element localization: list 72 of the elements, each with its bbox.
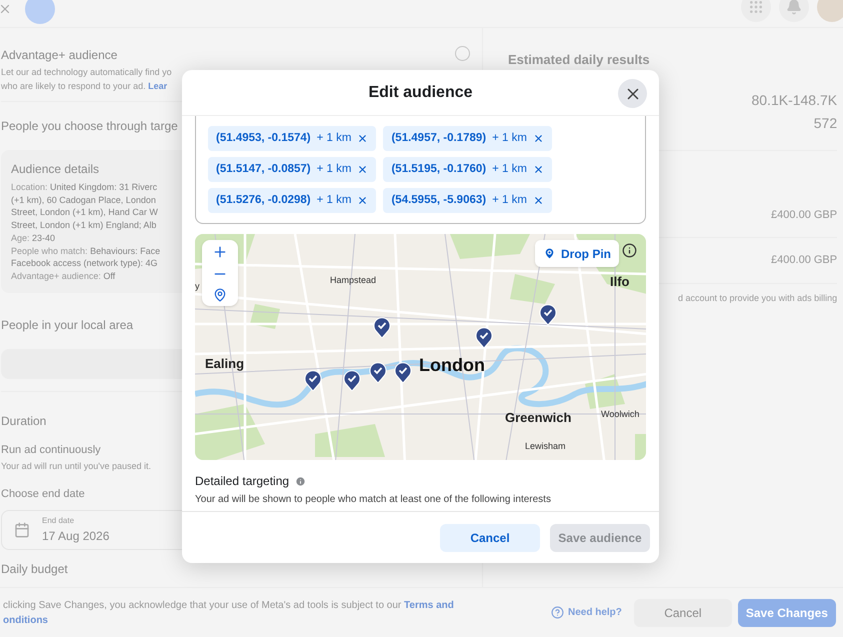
checkmark-pin-icon: [539, 303, 557, 325]
field-label: End date: [42, 515, 76, 528]
learn-more-link[interactable]: Lear: [148, 81, 168, 91]
location-chip[interactable]: (51.5147, -0.0857) + 1 km: [208, 157, 376, 182]
checkmark-pin-icon: [394, 361, 412, 383]
remove-icon[interactable]: [532, 164, 544, 175]
billing-note: d account to provide you with ads billing: [678, 292, 838, 305]
description: Your ad will be shown to people who match at least one of the following interests: [195, 493, 552, 507]
results-count: 572: [814, 114, 838, 132]
terms-link[interactable]: onditions: [3, 612, 48, 628]
detail-line: Street, London (+1 km) England; Alb: [11, 219, 156, 232]
results-range: 80.1K-148.7K: [751, 90, 838, 110]
drop-pin-button[interactable]: Drop Pin: [535, 240, 619, 267]
checkmark-pin-icon: [475, 326, 493, 348]
calendar-icon: [14, 522, 30, 538]
remove-icon[interactable]: [357, 133, 368, 144]
radio-button[interactable]: [455, 46, 470, 61]
remove-icon[interactable]: [532, 133, 544, 144]
section-title: Daily budget: [1, 561, 68, 578]
terms-notice: clicking Save Changes, you acknowledge that your use of Meta's ad tools is subject to our Terms and: [3, 598, 454, 612]
detail-line: Age: 23-40: [11, 232, 56, 245]
map-label: Ilfo: [610, 273, 630, 291]
section-title: Advantage+ audience: [1, 48, 118, 63]
map-label: Ealing: [205, 355, 244, 373]
close-button[interactable]: [618, 79, 647, 108]
checkmark-pin-icon: [369, 361, 387, 383]
option-label: Run ad continuously: [1, 442, 101, 458]
locate-icon[interactable]: [213, 288, 227, 302]
info-icon[interactable]: [622, 243, 637, 258]
remove-icon[interactable]: [357, 164, 368, 175]
description: Let our ad technology automatically find yo: [1, 66, 172, 79]
section-title: People in your local area: [1, 318, 134, 332]
terms-link[interactable]: Terms and: [404, 600, 454, 610]
pin-icon: [543, 247, 556, 260]
help-icon: [551, 606, 564, 619]
location-chip[interactable]: (51.4957, -0.1789) + 1 km: [383, 126, 552, 151]
checkmark-pin-icon: [304, 369, 322, 391]
location-chip[interactable]: (54.5955, -5.9063) + 1 km: [383, 188, 552, 213]
map-label: Lewisham: [525, 440, 566, 453]
map-label: Greenwich: [505, 409, 572, 427]
section-title: Estimated daily results: [508, 51, 650, 69]
map-label: Hampstead: [330, 274, 376, 287]
map-label: Woolwich: [601, 408, 640, 421]
amount-value: £400.00 GBP: [771, 253, 838, 268]
section-title: People you choose through targe: [1, 119, 178, 133]
checkmark-pin-icon: [373, 316, 391, 338]
option-description: Your ad will run until you've paused it.: [1, 460, 151, 474]
detail-line: Advantage+ audience: Off: [11, 270, 116, 283]
map-label: London: [419, 354, 485, 377]
detail-line: (+1 km), 60 Cadogan Place, London: [11, 194, 156, 206]
map-label: y: [195, 280, 200, 293]
detail-line: People who match: Behaviours: Face: [11, 244, 160, 258]
zoom-in-icon[interactable]: [212, 244, 228, 260]
field-label: Choose end date: [1, 486, 85, 502]
section-title: Duration: [1, 412, 46, 430]
checkmark-pin-icon: [343, 369, 361, 391]
field-value: 17 Aug 2026: [42, 528, 110, 546]
detail-line: Facebook access (network type): 4G: [11, 257, 158, 270]
section-title: Detailed targeting: [195, 473, 290, 490]
amount-value: £400.00 GBP: [771, 208, 838, 222]
remove-icon[interactable]: [532, 195, 544, 206]
location-chip[interactable]: (51.5195, -0.1760) + 1 km: [383, 157, 552, 182]
cancel-button[interactable]: Cancel: [440, 524, 540, 552]
detail-line: Street, London (+1 km), Hand Car W: [11, 206, 158, 220]
remove-icon[interactable]: [357, 195, 368, 206]
description: who are likely to respond to your ad. Lear: [1, 80, 168, 93]
location-chip[interactable]: (51.4953, -0.1574) + 1 km: [208, 126, 376, 151]
detail-line: Location: United Kingdom: 31 Riverc: [11, 181, 158, 194]
dialog-title: Edit audience: [368, 82, 473, 102]
card-title: Audience details: [11, 161, 100, 178]
location-chip[interactable]: (51.5276, -0.0298) + 1 km: [208, 188, 376, 213]
cancel-button[interactable]: Cancel: [634, 598, 732, 626]
